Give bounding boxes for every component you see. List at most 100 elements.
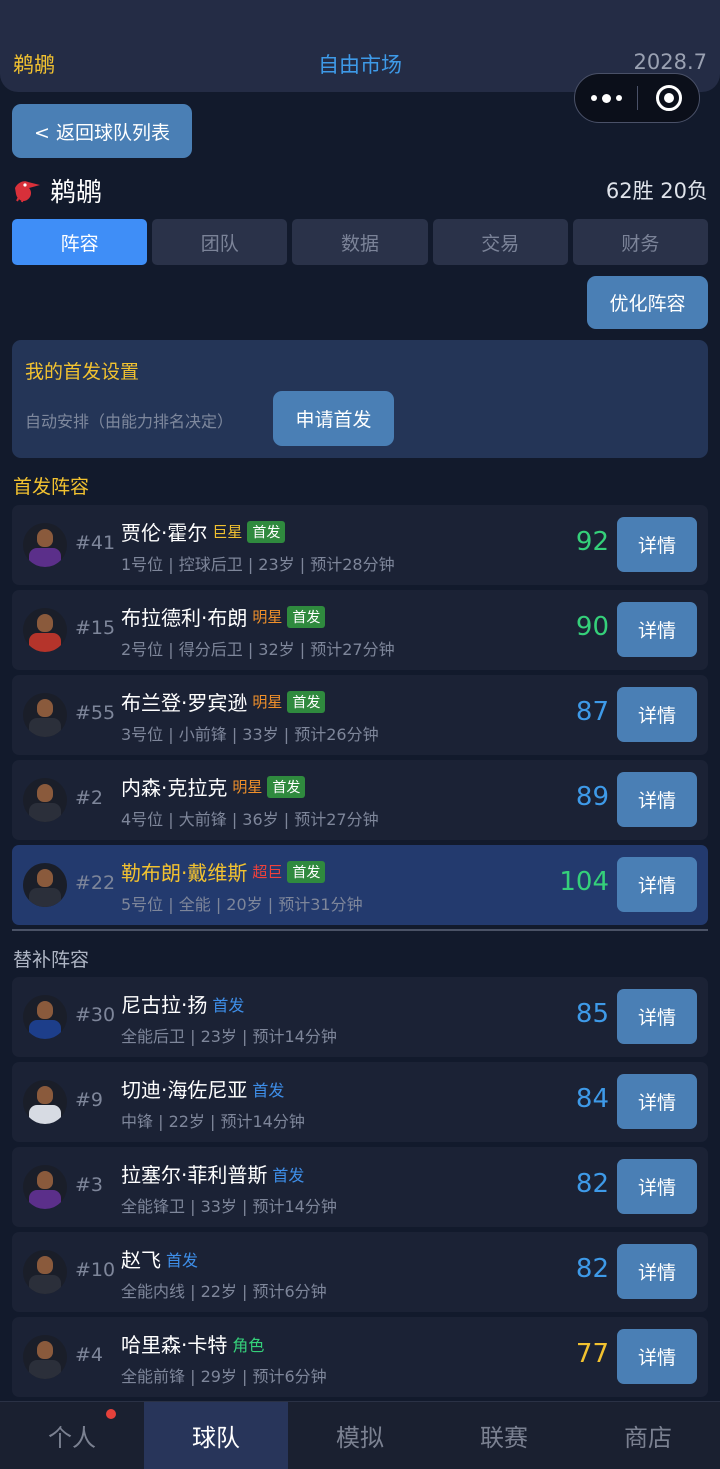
player-rating: 87 bbox=[575, 697, 609, 727]
starter-badge: 首发 bbox=[287, 860, 326, 883]
avatar-head bbox=[37, 699, 53, 717]
player-info: 5号位 | 全能 | 20岁 | 预计31分钟 bbox=[121, 895, 363, 914]
tab-1[interactable]: 团队 bbox=[152, 219, 288, 265]
player-info: 全能内线 | 22岁 | 预计6分钟 bbox=[121, 1282, 327, 1301]
avatar-jersey bbox=[29, 633, 61, 652]
back-to-team-list-button[interactable]: < 返回球队列表 bbox=[12, 104, 192, 158]
starters-section-title: 首发阵容 bbox=[13, 476, 90, 498]
player-avatar bbox=[23, 523, 67, 567]
avatar-head bbox=[37, 1171, 53, 1189]
player-rating: 90 bbox=[575, 612, 609, 642]
player-name: 切迪·海佐尼亚 bbox=[121, 1078, 248, 1102]
player-name: 哈里森·卡特 bbox=[121, 1333, 228, 1357]
player-detail-button[interactable]: 详情 bbox=[617, 1159, 697, 1214]
player-tier-tag: 角色 bbox=[232, 1335, 265, 1355]
player-detail-button[interactable]: 详情 bbox=[617, 989, 697, 1044]
close-miniprogram-icon[interactable] bbox=[638, 85, 699, 111]
bench-section-title: 替补阵容 bbox=[13, 949, 90, 971]
avatar-head bbox=[37, 784, 53, 802]
player-name-line: 赵飞 首发 bbox=[121, 1244, 198, 1273]
bench-row: #9 切迪·海佐尼亚 首发 中锋 | 22岁 | 预计14分钟 84 详情 bbox=[12, 1062, 708, 1142]
tab-3[interactable]: 交易 bbox=[432, 219, 568, 265]
player-avatar bbox=[23, 1250, 67, 1294]
player-tier-tag: 首发 bbox=[272, 1165, 305, 1185]
apply-starter-button[interactable]: 申请首发 bbox=[273, 391, 394, 446]
team-record: 62胜 20负 bbox=[605, 179, 708, 203]
header-date: 2028.7 bbox=[633, 50, 707, 74]
tabbar-item-1[interactable]: 球队 bbox=[144, 1402, 288, 1469]
pelican-logo-icon bbox=[15, 181, 40, 203]
player-number: #15 bbox=[75, 617, 116, 639]
app-root: 鹈鹕 自由市场 2028.7 < 返回球队列表 鹈鹕 62胜 20负 阵容 团队数… bbox=[0, 0, 720, 1469]
player-info: 2号位 | 得分后卫 | 32岁 | 预计27分钟 bbox=[121, 640, 395, 659]
tabbar-label: 模拟 bbox=[336, 1424, 384, 1452]
player-info: 1号位 | 控球后卫 | 23岁 | 预计28分钟 bbox=[121, 555, 395, 574]
avatar-jersey bbox=[29, 718, 61, 737]
avatar-jersey bbox=[29, 1360, 61, 1379]
player-info: 3号位 | 小前锋 | 33岁 | 预计26分钟 bbox=[121, 725, 379, 744]
tabbar-item-4[interactable]: 商店 bbox=[576, 1402, 720, 1469]
player-detail-button[interactable]: 详情 bbox=[617, 687, 697, 742]
player-tier-tag: 超巨 bbox=[252, 863, 283, 881]
player-tier-tag: 首发 bbox=[252, 1080, 285, 1100]
player-info: 全能后卫 | 23岁 | 预计14分钟 bbox=[121, 1027, 337, 1046]
player-name: 贾伦·霍尔 bbox=[121, 521, 208, 545]
avatar-jersey bbox=[29, 1105, 61, 1124]
tabbar-label: 球队 bbox=[192, 1424, 240, 1452]
player-rating: 82 bbox=[575, 1169, 609, 1199]
optimize-lineup-button[interactable]: 优化阵容 bbox=[587, 276, 708, 329]
tabbar-label: 联赛 bbox=[480, 1424, 528, 1452]
starter-settings-desc: 自动安排（由能力排名决定） bbox=[25, 412, 234, 431]
more-menu-icon[interactable] bbox=[575, 74, 637, 122]
avatar-head bbox=[37, 869, 53, 887]
player-name: 布兰登·罗宾逊 bbox=[121, 691, 248, 715]
avatar-jersey bbox=[29, 1190, 61, 1209]
player-number: #30 bbox=[75, 1004, 116, 1026]
player-number: #2 bbox=[75, 787, 104, 809]
miniprogram-capsule bbox=[574, 73, 700, 123]
avatar-jersey bbox=[29, 1020, 61, 1039]
tabbar-item-3[interactable]: 联赛 bbox=[432, 1402, 576, 1469]
player-detail-button[interactable]: 详情 bbox=[617, 857, 697, 912]
player-detail-button[interactable]: 详情 bbox=[617, 772, 697, 827]
starter-settings-title: 我的首发设置 bbox=[25, 361, 140, 383]
tab-0[interactable]: 阵容 bbox=[12, 219, 148, 265]
player-info: 中锋 | 22岁 | 预计14分钟 bbox=[121, 1112, 305, 1131]
starter-badge: 首发 bbox=[287, 605, 326, 628]
player-detail-button[interactable]: 详情 bbox=[617, 1329, 697, 1384]
player-avatar bbox=[23, 693, 67, 737]
player-name-line: 布拉德利·布朗 明星 首发 bbox=[121, 602, 326, 631]
tab-2[interactable]: 数据 bbox=[292, 219, 428, 265]
player-tier-tag: 明星 bbox=[252, 693, 283, 711]
player-avatar bbox=[23, 995, 67, 1039]
player-name-line: 尼古拉·扬 首发 bbox=[121, 989, 244, 1018]
tabbar-item-0[interactable]: 个人 bbox=[0, 1402, 144, 1469]
avatar-head bbox=[37, 1256, 53, 1274]
starter-row: #15 布拉德利·布朗 明星 首发 2号位 | 得分后卫 | 32岁 | 预计27分钟 9… bbox=[12, 590, 708, 670]
player-detail-button[interactable]: 详情 bbox=[617, 517, 697, 572]
tabbar-label: 商店 bbox=[624, 1424, 672, 1452]
player-detail-button[interactable]: 详情 bbox=[617, 1244, 697, 1299]
avatar-head bbox=[37, 1086, 53, 1104]
player-name-line: 贾伦·霍尔 巨星 首发 bbox=[121, 517, 286, 546]
avatar-jersey bbox=[29, 1275, 61, 1294]
avatar-jersey bbox=[29, 888, 61, 907]
player-detail-button[interactable]: 详情 bbox=[617, 1074, 697, 1129]
player-name: 布拉德利·布朗 bbox=[121, 606, 248, 630]
player-detail-button[interactable]: 详情 bbox=[617, 602, 697, 657]
player-name-line: 布兰登·罗宾逊 明星 首发 bbox=[121, 687, 326, 716]
avatar-jersey bbox=[29, 548, 61, 567]
starter-row: #55 布兰登·罗宾逊 明星 首发 3号位 | 小前锋 | 33岁 | 预计26分钟 87… bbox=[12, 675, 708, 755]
starter-row: #41 贾伦·霍尔 巨星 首发 1号位 | 控球后卫 | 23岁 | 预计28分钟 92 详… bbox=[12, 505, 708, 585]
player-tier-tag: 巨星 bbox=[212, 523, 243, 541]
avatar-head bbox=[37, 1341, 53, 1359]
player-tier-tag: 首发 bbox=[212, 995, 245, 1015]
player-tier-tag: 首发 bbox=[166, 1250, 199, 1270]
avatar-head bbox=[37, 1001, 53, 1019]
tab-4[interactable]: 财务 bbox=[572, 219, 709, 265]
player-number: #4 bbox=[75, 1344, 104, 1366]
notification-dot bbox=[106, 1409, 116, 1419]
starter-badge: 首发 bbox=[247, 520, 286, 543]
player-number: #22 bbox=[75, 872, 116, 894]
tabbar-item-2[interactable]: 模拟 bbox=[288, 1402, 432, 1469]
